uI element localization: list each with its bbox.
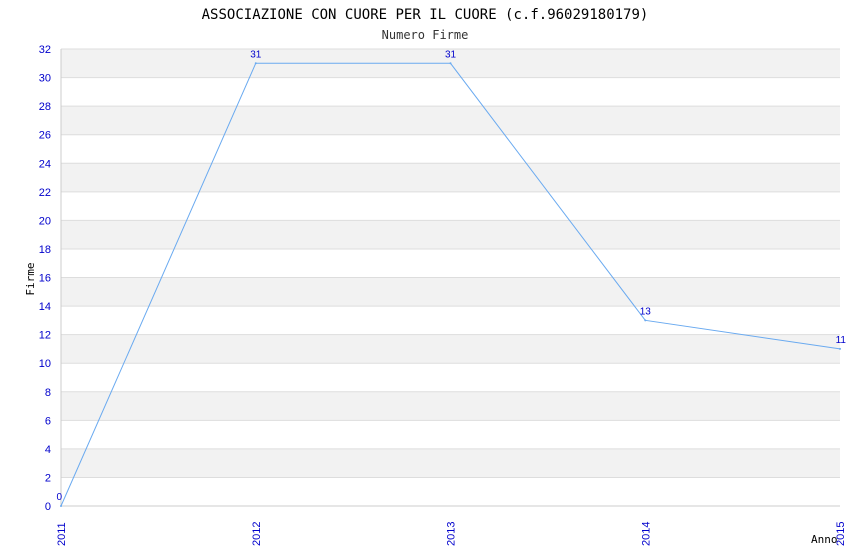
y-tick-label: 10 xyxy=(39,358,51,370)
y-tick-label: 24 xyxy=(39,158,51,170)
y-tick-label: 4 xyxy=(45,444,51,456)
data-point xyxy=(254,62,257,65)
y-tick-label: 12 xyxy=(39,330,51,342)
y-tick-label: 18 xyxy=(39,244,51,256)
y-tick-label: 22 xyxy=(39,187,51,199)
data-label: 31 xyxy=(445,49,457,60)
x-tick-labels: 2011 2012 2013 2014 2015 xyxy=(56,522,847,546)
chart-title: ASSOCIAZIONE CON CUORE PER IL CUORE (c.f… xyxy=(202,7,649,23)
background-band xyxy=(61,277,840,307)
data-point xyxy=(60,505,62,507)
data-label: 31 xyxy=(250,49,262,60)
y-tick-label: 0 xyxy=(45,501,51,513)
background-band xyxy=(61,220,840,249)
data-point xyxy=(839,347,841,350)
data-point xyxy=(449,62,452,65)
background-band xyxy=(61,334,840,364)
x-axis-title: Anno xyxy=(811,533,838,546)
chart-subtitle: Numero Firme xyxy=(382,28,469,42)
background-bands xyxy=(61,49,840,478)
line-chart: ASSOCIAZIONE CON CUORE PER IL CUORE (c.f… xyxy=(24,7,847,546)
y-tick-label: 6 xyxy=(45,415,51,427)
data-label: 13 xyxy=(640,306,652,317)
background-band xyxy=(61,391,840,421)
y-tick-label: 20 xyxy=(39,215,51,227)
y-tick-label: 28 xyxy=(39,101,51,113)
background-band xyxy=(61,448,840,478)
x-tick-label: 2012 xyxy=(251,522,263,546)
data-label: 0 xyxy=(56,492,62,503)
y-axis-title: Firme xyxy=(24,262,37,295)
y-tick-label: 30 xyxy=(39,73,51,85)
y-tick-label: 16 xyxy=(39,273,51,285)
x-tick-label: 2014 xyxy=(640,522,652,546)
x-tick-label: 2011 xyxy=(56,522,68,546)
y-tick-label: 26 xyxy=(39,130,51,142)
y-tick-labels: 02468101214161820222426283032 xyxy=(39,44,51,513)
background-band xyxy=(61,106,840,135)
data-label: 11 xyxy=(836,335,847,346)
y-tick-label: 32 xyxy=(39,44,51,56)
background-band xyxy=(61,163,840,192)
y-tick-label: 14 xyxy=(39,301,51,313)
x-tick-label: 2013 xyxy=(446,522,458,546)
y-tick-label: 2 xyxy=(45,472,51,484)
y-tick-label: 8 xyxy=(45,387,51,399)
data-point xyxy=(644,319,647,322)
